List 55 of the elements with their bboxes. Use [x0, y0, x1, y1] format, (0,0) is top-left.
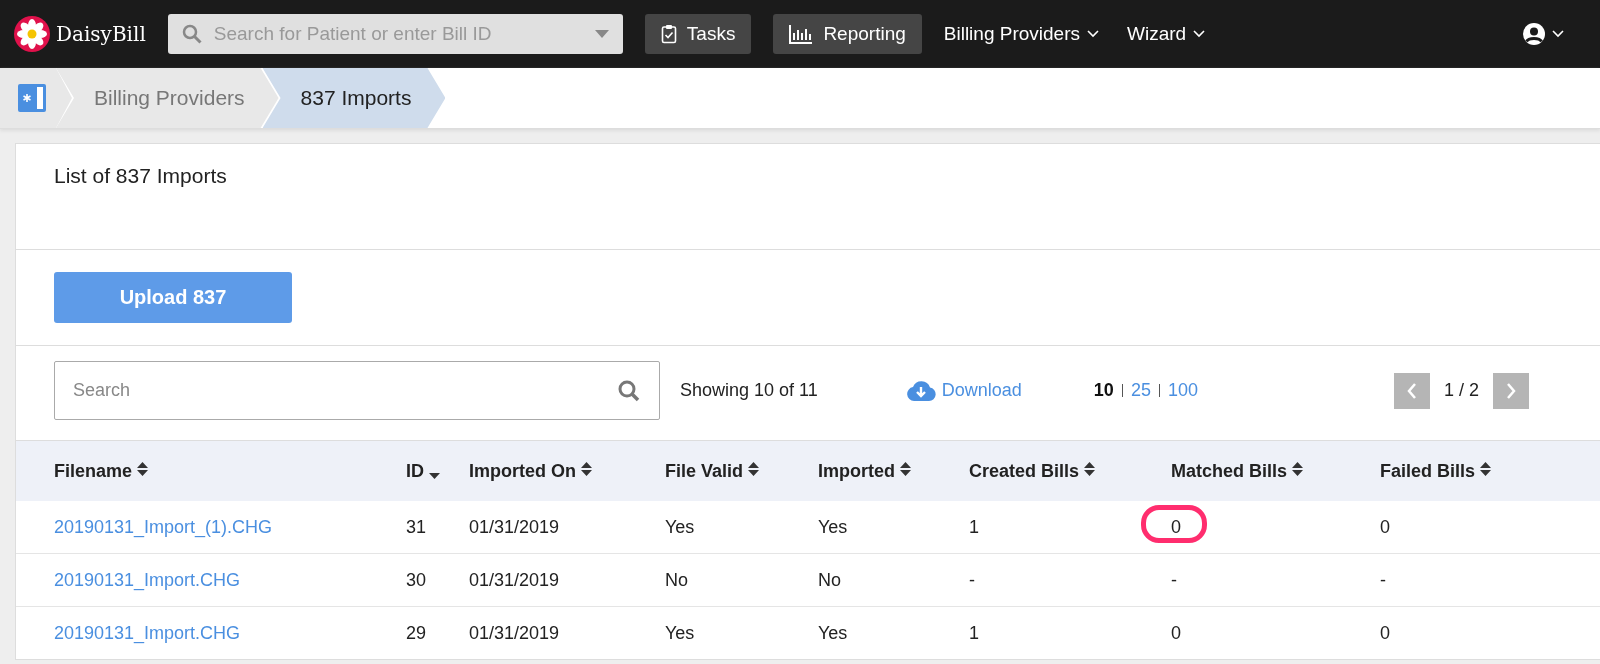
table-cell: -	[1380, 569, 1386, 590]
user-avatar-icon	[1522, 22, 1546, 46]
table-cell: 01/31/2019	[469, 622, 560, 643]
user-menu-button[interactable]	[1522, 22, 1564, 46]
card-title: List of 837 Imports	[54, 164, 227, 187]
clipboard-icon	[660, 24, 677, 44]
search-icon	[181, 24, 202, 44]
nav-menu[interactable]: Billing Providers	[943, 23, 1099, 45]
table-cell: 1	[969, 516, 979, 537]
table-cell: Yes	[818, 622, 848, 643]
daisy-logo-icon	[14, 16, 50, 52]
nav-button[interactable]: Reporting	[773, 14, 922, 54]
table-cell: 31	[406, 516, 427, 537]
table-cell: 0	[1380, 516, 1390, 537]
table-cell: No	[818, 569, 841, 590]
chevron-right-icon	[1506, 382, 1516, 399]
provider-card-icon[interactable]	[17, 83, 47, 113]
chevron-down-icon	[1193, 30, 1206, 38]
table-cell: 29	[406, 622, 427, 643]
table-cell: 01/31/2019	[469, 569, 560, 590]
table-cell: -	[969, 569, 975, 590]
bar-chart-icon	[789, 24, 814, 44]
table-cell: No	[665, 569, 688, 590]
table-cell: 0	[1171, 516, 1181, 537]
previous-page-button[interactable]	[1393, 372, 1430, 409]
breadcrumb-link[interactable]: 837 Imports	[262, 68, 446, 128]
table-cell: 01/31/2019	[469, 516, 560, 537]
page-indicator: 1 / 2	[1443, 380, 1479, 401]
column-header[interactable]: Failed Bills	[1380, 460, 1492, 481]
search-field[interactable]: Search	[54, 361, 660, 420]
brand-name: DaisyBill	[56, 22, 146, 46]
table-cell: 1	[969, 622, 979, 643]
dropdown-caret-icon	[594, 30, 609, 38]
breadcrumb-link[interactable]: Billing Providers	[56, 68, 279, 128]
table-cell: Yes	[665, 516, 695, 537]
table-cell: Yes	[665, 622, 695, 643]
table-cell: Yes	[818, 516, 848, 537]
table-cell: -	[1171, 569, 1177, 590]
showing-count: Showing 10 of 11	[680, 380, 818, 401]
nav-button[interactable]: Tasks	[644, 14, 752, 54]
patient-search-field[interactable]: Search for Patient or enter Bill ID	[167, 14, 623, 54]
patient-search-field[interactable]: Search for Patient or enter Bill ID	[213, 15, 583, 53]
next-page-button[interactable]	[1493, 372, 1529, 409]
cloud-download-icon	[905, 379, 936, 402]
table-cell: 30	[406, 569, 427, 590]
nav-menu[interactable]: Wizard	[1127, 23, 1206, 45]
table-cell: 0	[1171, 622, 1181, 643]
column-header[interactable]: Filename	[54, 460, 149, 481]
chevron-down-icon	[1087, 30, 1099, 38]
table-cell: 0	[1380, 622, 1390, 643]
page-size-link[interactable]: 10	[1093, 380, 1114, 401]
search-icon	[617, 378, 641, 403]
chevron-down-icon	[1552, 30, 1564, 38]
chevron-left-icon	[1406, 382, 1417, 399]
column-header[interactable]: ID	[406, 460, 440, 481]
